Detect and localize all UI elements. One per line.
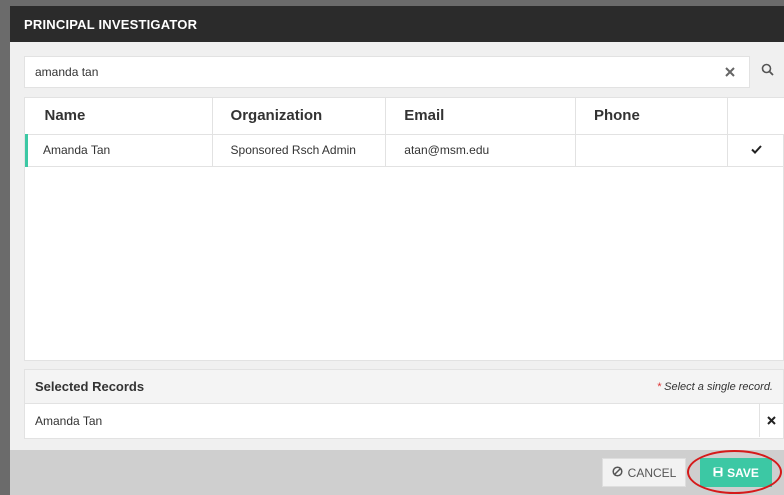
selected-records-note-text: Select a single record. bbox=[664, 380, 773, 393]
floppy-disk-icon bbox=[713, 466, 723, 480]
search-input[interactable] bbox=[25, 58, 705, 86]
cell-phone bbox=[575, 134, 728, 167]
table-header-row: Name Organization Email Phone bbox=[26, 98, 784, 135]
selected-records-note: * Select a single record. bbox=[657, 381, 773, 393]
cell-name: Amanda Tan bbox=[25, 134, 213, 167]
modal-footer: CANCEL SAVE bbox=[10, 450, 784, 495]
search-box bbox=[24, 56, 751, 88]
column-header-email[interactable]: Email bbox=[385, 98, 576, 135]
required-asterisk: * bbox=[656, 380, 662, 393]
modal-header: PRINCIPAL INVESTIGATOR bbox=[10, 6, 784, 42]
cell-select[interactable] bbox=[727, 134, 784, 167]
search-button[interactable] bbox=[750, 56, 784, 88]
search-icon bbox=[761, 63, 774, 81]
cell-email: atan@msm.edu bbox=[385, 134, 576, 167]
column-header-name[interactable]: Name bbox=[26, 98, 213, 135]
table-row[interactable]: Amanda Tan Sponsored Rsch Admin atan@msm… bbox=[25, 134, 784, 167]
results-table: Name Organization Email Phone Amanda Tan… bbox=[24, 97, 784, 361]
modal-title: PRINCIPAL INVESTIGATOR bbox=[24, 16, 198, 32]
search-row bbox=[24, 56, 784, 90]
cancel-label: CANCEL bbox=[627, 465, 677, 480]
cell-organization: Sponsored Rsch Admin bbox=[212, 134, 387, 167]
principal-investigator-modal: PRINCIPAL INVESTIGATOR Name Org bbox=[10, 6, 784, 495]
modal-body: Name Organization Email Phone Amanda Tan… bbox=[10, 42, 784, 450]
selected-record-item: Amanda Tan bbox=[25, 404, 783, 437]
selected-records-title: Selected Records bbox=[35, 379, 145, 394]
close-x-icon bbox=[767, 412, 776, 430]
save-label: SAVE bbox=[727, 465, 759, 480]
ban-icon bbox=[612, 465, 623, 480]
column-header-phone[interactable]: Phone bbox=[575, 98, 728, 135]
save-button[interactable]: SAVE bbox=[700, 458, 772, 487]
checkmark-icon bbox=[751, 143, 762, 157]
column-header-organization[interactable]: Organization bbox=[212, 98, 387, 135]
remove-selected-button[interactable] bbox=[759, 404, 783, 437]
selected-records-header: Selected Records * Select a single recor… bbox=[25, 370, 783, 404]
selected-record-name: Amanda Tan bbox=[35, 413, 103, 428]
cancel-button[interactable]: CANCEL bbox=[602, 458, 686, 487]
close-x-icon[interactable] bbox=[723, 64, 737, 80]
selected-records-panel: Selected Records * Select a single recor… bbox=[24, 369, 784, 439]
column-header-select bbox=[727, 98, 784, 135]
